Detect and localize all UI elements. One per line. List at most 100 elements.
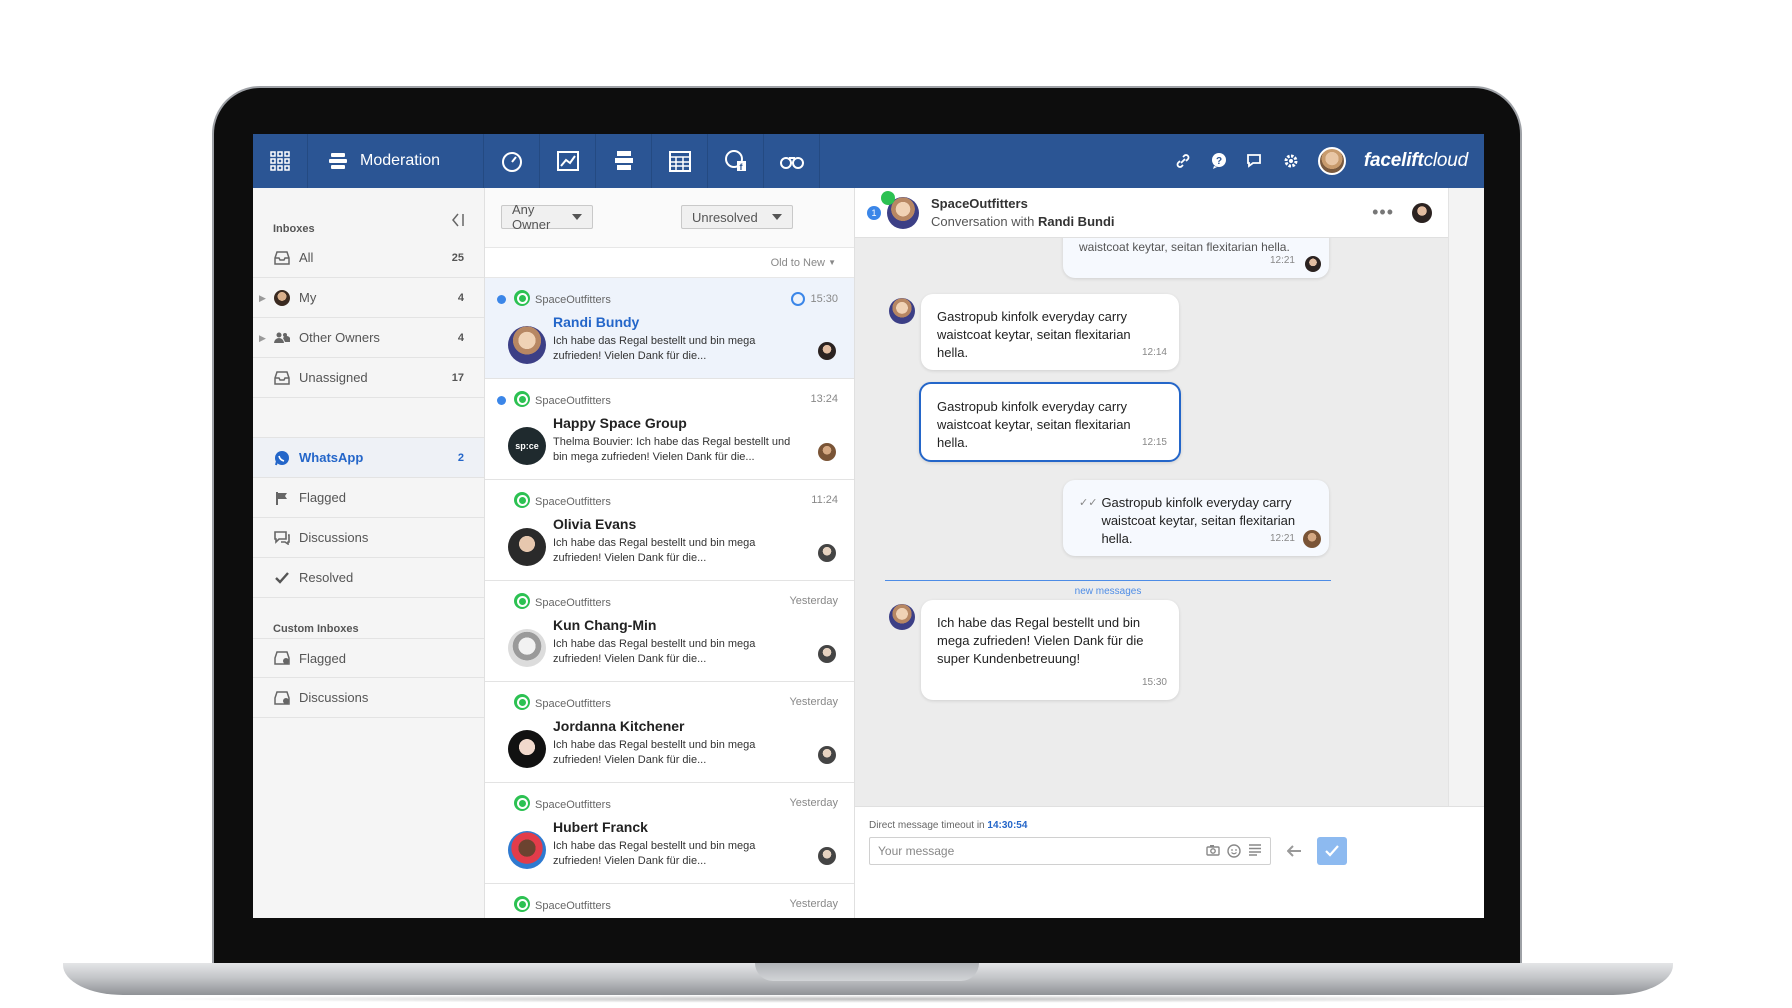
assignee-avatar[interactable] <box>818 847 836 865</box>
sidebar-item-my[interactable]: ▶ My 4 <box>253 278 484 318</box>
conversation-list: Any Owner Unresolved Old to New ▼ SpaceO… <box>485 188 855 918</box>
agent-avatar <box>1303 530 1321 548</box>
chevron-down-icon <box>572 214 582 220</box>
message-bubble-incoming: Gastropub kinfolk everyday carry waistco… <box>921 294 1179 370</box>
collapse-sidebar-icon[interactable] <box>450 212 466 228</box>
conversation-item[interactable]: SpaceOutfitters Yesterday Hubert Franck … <box>485 783 854 884</box>
timeout-notice: Direct message timeout in 14:30:54 <box>869 820 1028 831</box>
message-preview: Ich habe das Regal bestellt und bin mega… <box>553 537 756 564</box>
sidebar-item-unassigned[interactable]: Unassigned 17 <box>253 358 484 398</box>
gear-icon[interactable] <box>1282 152 1300 170</box>
emoji-icon[interactable] <box>1227 844 1241 861</box>
app-grid-icon[interactable] <box>253 134 308 188</box>
sidebar-item-flagged[interactable]: Flagged <box>253 478 484 518</box>
check-icon <box>273 570 291 586</box>
link-icon[interactable] <box>1174 152 1192 170</box>
custom-inboxes-heading: Custom Inboxes <box>273 623 359 635</box>
expand-caret-icon[interactable]: ▶ <box>259 333 266 344</box>
analytics-icon[interactable] <box>540 134 596 188</box>
conversation-time: Yesterday <box>789 696 838 708</box>
contact-avatar <box>881 190 919 229</box>
sidebar-item-discussions[interactable]: Discussions <box>253 518 484 558</box>
conversation-time: 11:24 <box>811 494 838 506</box>
contact-avatar <box>508 831 546 869</box>
conversation-time: Yesterday <box>789 595 838 607</box>
message-composer: Direct message timeout in 14:30:54 Your … <box>855 806 1484 918</box>
users-icon <box>273 330 291 346</box>
whatsapp-icon <box>514 290 530 306</box>
sidebar-item-whatsapp[interactable]: WhatsApp 2 <box>253 438 484 478</box>
assignee-avatar[interactable] <box>818 443 836 461</box>
whatsapp-icon <box>514 694 530 710</box>
module-switcher[interactable]: Moderation <box>308 134 484 188</box>
message-preview: Ich habe das Regal bestellt und bin mega… <box>553 638 756 665</box>
unread-dot <box>497 396 506 405</box>
assignee-avatar[interactable] <box>1412 202 1432 223</box>
facebook-touch-icon[interactable]: f <box>708 134 764 188</box>
help-icon[interactable]: ? <box>1210 152 1228 170</box>
binoculars-icon[interactable] <box>764 134 820 188</box>
chat-icon[interactable] <box>1246 152 1264 170</box>
conversation-item[interactable]: SpaceOutfitters Yesterday Kun Chang-Min … <box>485 581 854 682</box>
contact-name: Randi Bundy <box>553 314 640 330</box>
dashboard-icon[interactable] <box>484 134 540 188</box>
conversation-item[interactable]: SpaceOutfitters 13:24 Happy Space Group … <box>485 379 854 480</box>
template-list-icon[interactable] <box>1248 844 1262 861</box>
conversation-time: 13:24 <box>810 393 838 405</box>
inbox-icon <box>273 250 291 266</box>
camera-icon[interactable] <box>1206 844 1220 861</box>
sidebar-item-other-owners[interactable]: ▶ Other Owners 4 <box>253 318 484 358</box>
user-avatar[interactable] <box>1317 147 1346 175</box>
send-button[interactable] <box>1317 837 1347 865</box>
assignee-avatar[interactable] <box>818 746 836 764</box>
more-options-icon[interactable]: ••• <box>1372 202 1394 223</box>
contact-avatar <box>889 604 915 630</box>
reply-arrow-icon[interactable] <box>1286 844 1303 862</box>
whatsapp-icon <box>881 190 895 205</box>
app-screen: Moderation f ? faceliftcloud Inboxes All… <box>253 134 1484 918</box>
moderation-icon[interactable] <box>596 134 652 188</box>
message-bubble-incoming: Ich habe das Regal bestellt und bin mega… <box>921 600 1179 700</box>
sidebar-item-custom-discussions[interactable]: Discussions <box>253 678 484 718</box>
chevron-down-icon <box>772 214 782 220</box>
whatsapp-icon <box>514 593 530 609</box>
sort-order-selector[interactable]: Old to New ▼ <box>485 248 854 278</box>
top-navigation-bar: Moderation f ? faceliftcloud <box>253 134 1484 188</box>
conversation-subtitle: Conversation with Randi Bundi <box>931 214 1115 229</box>
message-input[interactable]: Your message <box>869 837 1271 865</box>
discussions-icon <box>273 530 291 546</box>
agent-avatar <box>1305 256 1321 272</box>
assignee-avatar[interactable] <box>818 645 836 663</box>
assignee-avatar[interactable] <box>818 342 836 360</box>
conversation-source: SpaceOutfitters <box>931 196 1028 211</box>
svg-text:?: ? <box>1216 156 1222 167</box>
whatsapp-icon <box>273 450 291 466</box>
conversation-item[interactable]: SpaceOutfitters Yesterday Jordanna Kitch… <box>485 682 854 783</box>
new-messages-label: new messages <box>1074 586 1142 597</box>
assignee-avatar[interactable] <box>818 544 836 562</box>
contact-avatar <box>508 528 546 566</box>
status-filter-dropdown[interactable]: Unresolved <box>681 205 793 229</box>
whatsapp-icon <box>514 896 530 912</box>
conversation-item[interactable]: SpaceOutfitters Yesterday <box>485 884 854 918</box>
unread-count-badge: 1 <box>867 205 881 220</box>
inbox-sidebar: Inboxes All 25 ▶ My 4 ▶ Other Owners 4 U… <box>253 188 485 918</box>
sidebar-item-custom-flagged[interactable]: Flagged <box>253 638 484 678</box>
contact-name: Jordanna Kitchener <box>553 718 685 734</box>
conversation-item[interactable]: SpaceOutfitters 11:24 Olivia Evans Ich h… <box>485 480 854 581</box>
owner-filter-dropdown[interactable]: Any Owner <box>501 202 593 232</box>
laptop-shadow <box>120 995 1620 1003</box>
conversation-time: Yesterday <box>789 797 838 809</box>
clock-icon <box>791 292 806 306</box>
flag-icon <box>273 490 291 506</box>
calendar-icon[interactable] <box>652 134 708 188</box>
contact-name: Olivia Evans <box>553 516 637 532</box>
contact-avatar <box>508 730 546 768</box>
module-title: Moderation <box>360 152 441 169</box>
sidebar-item-resolved[interactable]: Resolved <box>253 558 484 598</box>
conversation-item[interactable]: SpaceOutfitters 15:30 Randi Bundy Ich ha… <box>485 278 854 379</box>
sidebar-item-all[interactable]: All 25 <box>253 238 484 278</box>
expand-caret-icon[interactable]: ▶ <box>259 293 266 304</box>
unread-dot <box>497 295 506 304</box>
message-bubble-selected[interactable]: Gastropub kinfolk everyday carry waistco… <box>919 382 1181 462</box>
